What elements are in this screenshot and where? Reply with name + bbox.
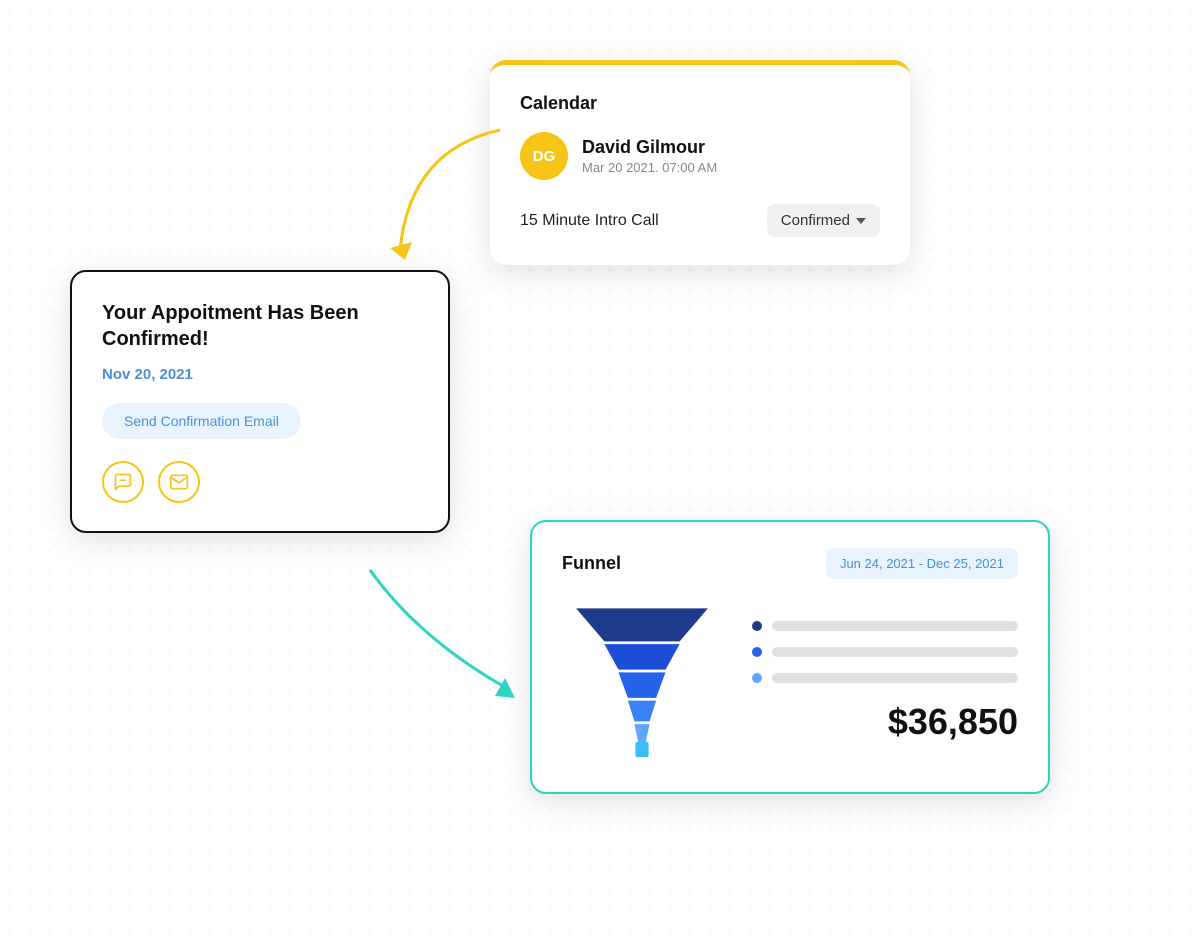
chat-icon-circle[interactable] (102, 461, 144, 503)
legend-dot-3 (752, 673, 762, 683)
user-info: David Gilmour Mar 20 2021. 07:00 AM (582, 137, 717, 175)
appointment-date: Nov 20, 2021 (102, 366, 418, 383)
date-range-badge: Jun 24, 2021 - Dec 25, 2021 (826, 548, 1018, 579)
funnel-amount: $36,850 (752, 701, 1018, 743)
icon-row (102, 461, 418, 503)
funnel-right: $36,850 (752, 621, 1018, 743)
legend-dot-1 (752, 621, 762, 631)
funnel-card: Funnel Jun 24, 2021 - Dec 25, 2021 (530, 520, 1050, 794)
funnel-title: Funnel (562, 553, 621, 574)
calendar-card: Calendar DG David Gilmour Mar 20 2021. 0… (490, 60, 910, 265)
call-label: 15 Minute Intro Call (520, 212, 659, 230)
confirmed-label: Confirmed (781, 212, 850, 229)
email-icon-circle[interactable] (158, 461, 200, 503)
calendar-card-title: Calendar (520, 93, 880, 114)
confirmed-badge[interactable]: Confirmed (767, 204, 880, 237)
teal-arrow (340, 560, 540, 725)
user-date: Mar 20 2021. 07:00 AM (582, 160, 717, 175)
legend-item-2 (752, 647, 1018, 657)
funnel-header: Funnel Jun 24, 2021 - Dec 25, 2021 (562, 548, 1018, 579)
funnel-legend (752, 621, 1018, 683)
call-row: 15 Minute Intro Call Confirmed (520, 204, 880, 237)
yellow-arrow (370, 120, 530, 285)
user-name: David Gilmour (582, 137, 717, 158)
funnel-visual (562, 599, 722, 764)
chevron-down-icon (856, 218, 866, 224)
funnel-body: $36,850 (562, 599, 1018, 764)
legend-bar-3 (772, 673, 1018, 683)
legend-item-3 (752, 673, 1018, 683)
legend-dot-2 (752, 647, 762, 657)
legend-bar-1 (772, 621, 1018, 631)
legend-item-1 (752, 621, 1018, 631)
appointment-card: Your Appoitment Has Been Confirmed! Nov … (70, 270, 450, 533)
user-row: DG David Gilmour Mar 20 2021. 07:00 AM (520, 132, 880, 180)
send-confirmation-button[interactable]: Send Confirmation Email (102, 403, 301, 439)
legend-bar-2 (772, 647, 1018, 657)
appointment-title: Your Appoitment Has Been Confirmed! (102, 300, 418, 352)
